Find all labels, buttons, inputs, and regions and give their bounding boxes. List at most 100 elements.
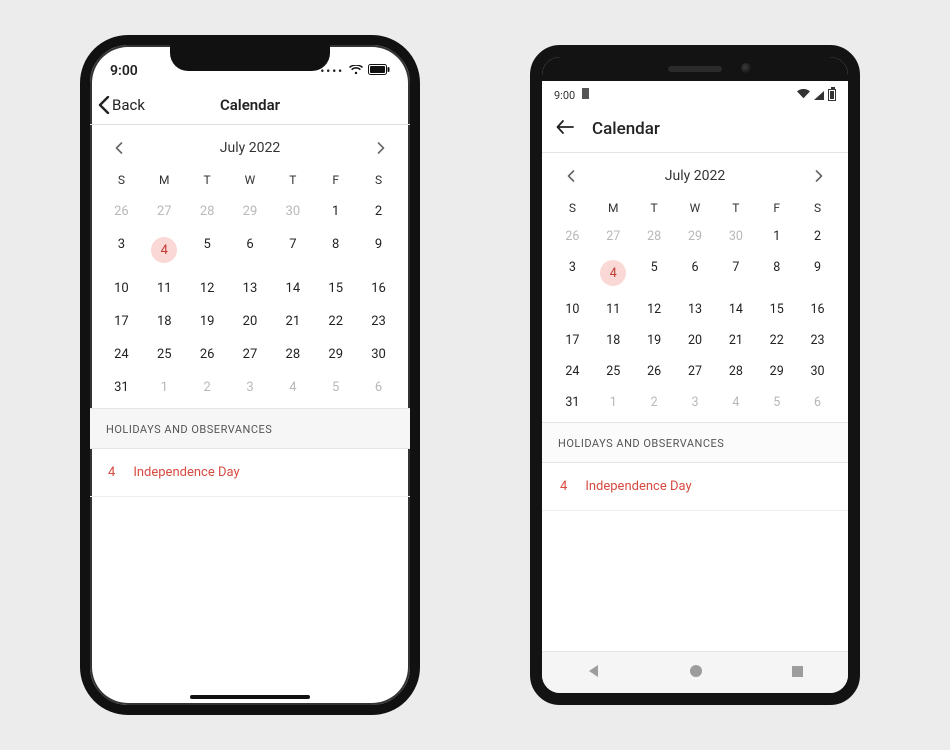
calendar-day-cell[interactable]: 18 [143,305,186,338]
calendar-day-cell[interactable]: 3 [552,252,593,294]
calendar-day-cell[interactable]: 4 [143,228,186,272]
calendar-day-cell[interactable]: 27 [229,338,272,371]
home-indicator[interactable] [190,695,310,699]
calendar-day-cell[interactable]: 17 [552,325,593,356]
calendar-day-cell[interactable]: 18 [593,325,634,356]
calendar-day-cell[interactable]: 1 [143,371,186,404]
next-month-button[interactable] [808,165,830,187]
holiday-row[interactable]: 4 Independence Day [542,463,848,511]
android-recents-button[interactable] [791,663,804,682]
calendar-day-cell[interactable]: 4 [715,387,756,418]
calendar-day-cell[interactable]: 3 [100,228,143,272]
calendar-day-cell[interactable]: 30 [715,221,756,252]
android-back-button[interactable] [586,663,602,683]
calendar-day-cell[interactable]: 7 [271,228,314,272]
calendar-day-cell[interactable]: 4 [271,371,314,404]
calendar-day-cell[interactable]: 28 [715,356,756,387]
calendar-day-cell[interactable]: 10 [100,272,143,305]
calendar-day-cell[interactable]: 24 [100,338,143,371]
next-month-button[interactable] [370,137,392,159]
calendar-day-cell[interactable]: 27 [593,221,634,252]
calendar-day-cell[interactable]: 29 [675,221,716,252]
calendar-day-cell[interactable]: 14 [271,272,314,305]
calendar-day-cell[interactable]: 13 [675,294,716,325]
calendar-day-cell[interactable]: 6 [229,228,272,272]
calendar-day-cell[interactable]: 9 [357,228,400,272]
calendar-day-cell[interactable]: 2 [357,195,400,228]
calendar-day-cell[interactable]: 25 [143,338,186,371]
calendar-day-cell[interactable]: 5 [186,228,229,272]
calendar-day-cell[interactable]: 22 [756,325,797,356]
calendar-day-cell[interactable]: 14 [715,294,756,325]
calendar-day-cell[interactable]: 19 [634,325,675,356]
calendar-day-cell[interactable]: 31 [552,387,593,418]
calendar-day-cell[interactable]: 25 [593,356,634,387]
calendar-grid-android: SMTWTFS262728293012345678910111213141516… [552,191,838,418]
calendar-day-cell[interactable]: 27 [675,356,716,387]
calendar-day-cell[interactable]: 7 [715,252,756,294]
day-of-week-header: T [186,163,229,195]
calendar-day-cell[interactable]: 26 [634,356,675,387]
calendar-day-cell[interactable]: 6 [797,387,838,418]
calendar-day-cell[interactable]: 20 [229,305,272,338]
calendar-day-cell[interactable]: 29 [229,195,272,228]
calendar-day-cell[interactable]: 8 [314,228,357,272]
calendar-day-cell[interactable]: 28 [186,195,229,228]
calendar-day-cell[interactable]: 10 [552,294,593,325]
calendar-day-cell[interactable]: 4 [593,252,634,294]
calendar-day-cell[interactable]: 30 [271,195,314,228]
calendar-day-cell[interactable]: 30 [797,356,838,387]
calendar-day-cell[interactable]: 23 [797,325,838,356]
calendar-day-cell[interactable]: 26 [552,221,593,252]
calendar-day-cell[interactable]: 5 [756,387,797,418]
calendar-day-cell[interactable]: 3 [675,387,716,418]
calendar-day-cell[interactable]: 3 [229,371,272,404]
calendar-day-cell[interactable]: 2 [797,221,838,252]
back-button[interactable]: Back [98,96,145,114]
prev-month-button[interactable] [108,137,130,159]
calendar-day-cell[interactable]: 11 [593,294,634,325]
calendar-day-cell[interactable]: 15 [314,272,357,305]
calendar-day-cell[interactable]: 29 [314,338,357,371]
calendar-day-cell[interactable]: 2 [186,371,229,404]
holiday-row[interactable]: 4 Independence Day [90,449,410,497]
calendar-day-cell[interactable]: 2 [634,387,675,418]
calendar-day-cell[interactable]: 26 [186,338,229,371]
calendar-day-cell[interactable]: 17 [100,305,143,338]
calendar-day-cell[interactable]: 1 [314,195,357,228]
calendar-day-cell[interactable]: 16 [357,272,400,305]
calendar-day-cell[interactable]: 15 [756,294,797,325]
calendar-day-cell[interactable]: 19 [186,305,229,338]
calendar-day-cell[interactable]: 28 [634,221,675,252]
calendar-day-cell[interactable]: 12 [186,272,229,305]
calendar-day-cell[interactable]: 1 [593,387,634,418]
calendar-day-cell[interactable]: 26 [100,195,143,228]
calendar-day-cell[interactable]: 16 [797,294,838,325]
calendar-day-cell[interactable]: 30 [357,338,400,371]
calendar-day-cell[interactable]: 27 [143,195,186,228]
calendar-day-cell[interactable]: 20 [675,325,716,356]
calendar-day-cell[interactable]: 22 [314,305,357,338]
calendar-day-cell[interactable]: 23 [357,305,400,338]
calendar-day-cell[interactable]: 6 [675,252,716,294]
calendar-day-cell[interactable]: 31 [100,371,143,404]
android-home-button[interactable] [689,663,703,682]
calendar-day-cell[interactable]: 9 [797,252,838,294]
chevron-right-icon [377,142,385,154]
calendar-day-cell[interactable]: 21 [271,305,314,338]
calendar-day-cell[interactable]: 8 [756,252,797,294]
calendar-day-cell[interactable]: 5 [314,371,357,404]
calendar-day-cell[interactable]: 13 [229,272,272,305]
calendar-day-cell[interactable]: 6 [357,371,400,404]
calendar-day-cell[interactable]: 24 [552,356,593,387]
holiday-day: 4 [560,479,567,494]
calendar-day-cell[interactable]: 1 [756,221,797,252]
calendar-day-cell[interactable]: 12 [634,294,675,325]
calendar-day-cell[interactable]: 28 [271,338,314,371]
back-button[interactable] [556,119,574,138]
calendar-day-cell[interactable]: 5 [634,252,675,294]
calendar-day-cell[interactable]: 29 [756,356,797,387]
calendar-day-cell[interactable]: 21 [715,325,756,356]
calendar-day-cell[interactable]: 11 [143,272,186,305]
prev-month-button[interactable] [560,165,582,187]
